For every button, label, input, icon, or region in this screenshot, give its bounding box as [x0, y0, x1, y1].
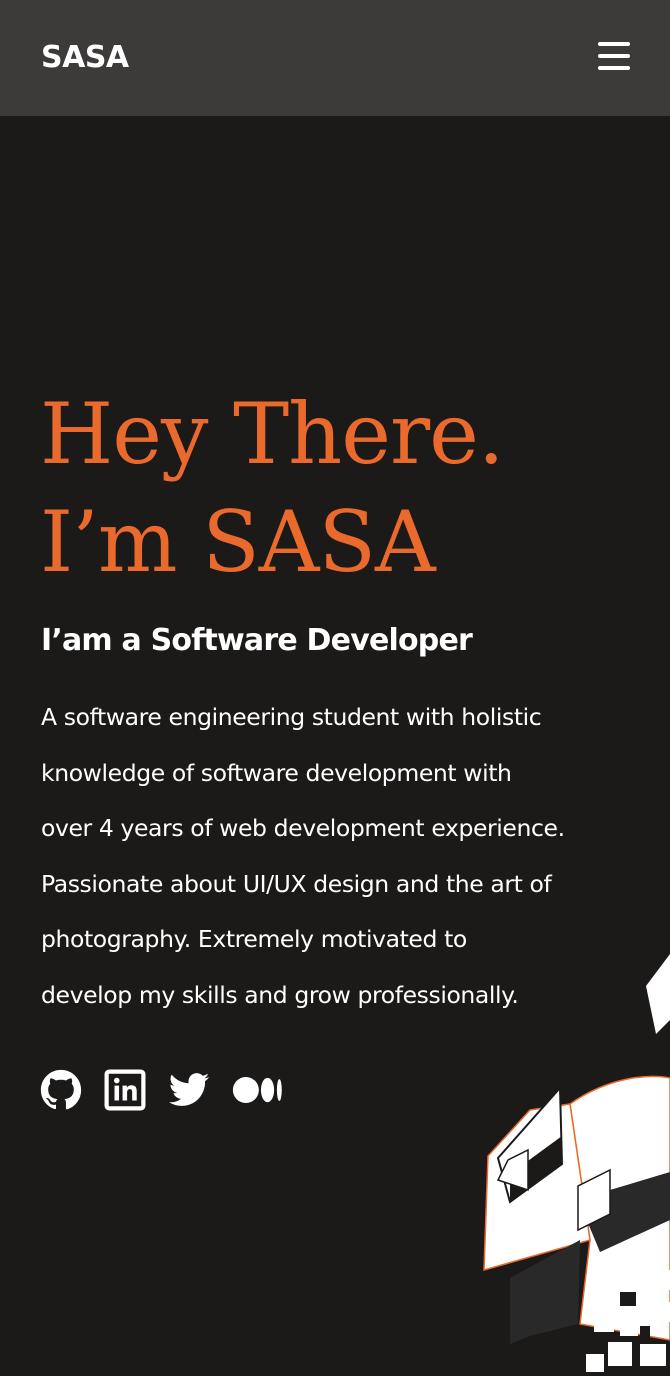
linkedin-icon[interactable]	[104, 1069, 146, 1111]
deco-pixels	[586, 1258, 670, 1372]
github-icon[interactable]	[40, 1069, 82, 1111]
social-links	[40, 1068, 284, 1112]
menu-bar-top	[598, 42, 630, 46]
deco-shadow	[510, 1240, 580, 1344]
hamburger-menu-icon[interactable]	[594, 38, 634, 76]
deco-pixel-gaps	[620, 1292, 650, 1340]
bio-line: Passionate about UI/UX design and the ar…	[41, 869, 552, 898]
deco-panel	[569, 1075, 670, 1341]
hero-title: Hey There. I’m SASA	[40, 380, 505, 596]
menu-bar-middle	[598, 54, 630, 58]
deco-small-block	[496, 1148, 529, 1192]
bio-line: A software engineering student with holi…	[41, 703, 542, 731]
deco-left-panel	[483, 1103, 591, 1272]
menu-bar-bottom	[598, 66, 630, 70]
deco-block-side	[510, 1136, 562, 1202]
medium-icon[interactable]	[232, 1069, 284, 1111]
bio-line: develop my skills and grow professionall…	[41, 980, 519, 1009]
bio-line: photography. Extremely motivated to	[41, 925, 467, 953]
deco-cube	[577, 1168, 611, 1232]
hero-greeting-line-1: Hey There.	[40, 385, 505, 483]
bio-line: over 4 years of web development experien…	[41, 814, 565, 842]
deco-block	[496, 1085, 564, 1204]
hero-subtitle: I’am a Software Developer	[41, 623, 473, 658]
navbar: SASA	[0, 0, 670, 116]
hero-greeting-line-2: I’m SASA	[40, 493, 436, 591]
hero-bio: A software engineering student with holi…	[41, 690, 641, 1023]
deco-band	[580, 1172, 670, 1252]
deco-shard	[646, 954, 670, 1034]
bio-line: knowledge of software development with	[41, 758, 512, 787]
twitter-icon[interactable]	[168, 1069, 210, 1111]
brand-logo[interactable]: SASA	[41, 38, 129, 78]
